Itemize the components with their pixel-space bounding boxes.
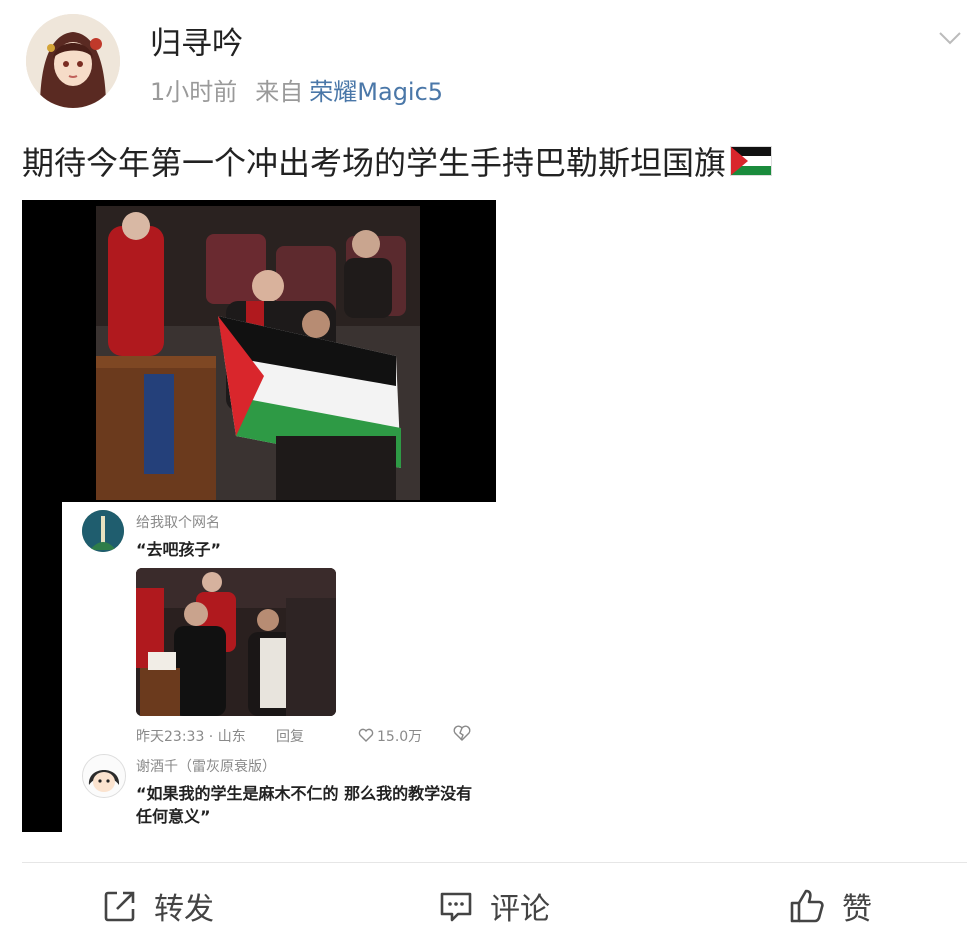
comment-photo[interactable] (136, 568, 336, 716)
commenter-2-avatar[interactable] (82, 754, 126, 798)
comment-2-text: “如果我的学生是麻木不仁的 那么我的教学没有任何意义” (136, 784, 473, 826)
broken-heart-icon[interactable] (452, 725, 472, 741)
like-button[interactable]: 赞 (788, 884, 872, 928)
palestine-flag-icon (730, 146, 773, 176)
comment-like[interactable]: 15.0万 (358, 726, 422, 746)
comment-time-location: 昨天23:33 · 山东 (136, 729, 246, 745)
comment-footer: 昨天23:33 · 山东 回复 15.0万 (136, 725, 476, 746)
post-time: 1小时前 (150, 78, 238, 106)
comment-text: “去吧孩子” (136, 540, 222, 559)
share-icon (104, 891, 135, 922)
commenter-name: 给我取个网名 (136, 515, 220, 531)
video-scene (96, 206, 420, 500)
post-text-content: 期待今年第一个冲出考场的学生手持巴勒斯坦国旗 (22, 144, 727, 182)
post-video[interactable]: 给我取个网名 “去吧孩子” 昨天23:33 · 山东 回复 15.0万 谢酒千（… (22, 200, 496, 832)
repost-label: 转发 (154, 892, 214, 927)
repost-button[interactable]: 转发 (102, 884, 214, 928)
source-label: 来自 (255, 78, 304, 106)
comment-card: 给我取个网名 “去吧孩子” 昨天23:33 · 山东 回复 15.0万 谢酒千（… (62, 502, 496, 832)
user-avatar[interactable] (26, 14, 120, 108)
comment-icon (440, 892, 472, 922)
reply-button[interactable]: 回复 (276, 726, 304, 746)
divider (22, 862, 967, 863)
post-text: 期待今年第一个冲出考场的学生手持巴勒斯坦国旗 (22, 138, 773, 184)
post-meta: 1小时前 来自 荣耀Magic5 (150, 72, 443, 107)
source-device-link[interactable]: 荣耀Magic5 (309, 78, 443, 106)
like-label: 赞 (842, 892, 872, 927)
commenter-avatar[interactable] (82, 510, 124, 552)
username[interactable]: 归寻吟 (150, 18, 243, 63)
comment-like-count: 15.0万 (377, 729, 423, 745)
chevron-down-icon[interactable] (938, 26, 962, 50)
comment-label: 评论 (490, 892, 550, 927)
commenter-2-name: 谢酒千（雷灰原衰版） (136, 759, 276, 775)
heart-icon (358, 728, 374, 742)
comment-button[interactable]: 评论 (438, 884, 550, 928)
thumbs-up-icon (790, 889, 824, 923)
